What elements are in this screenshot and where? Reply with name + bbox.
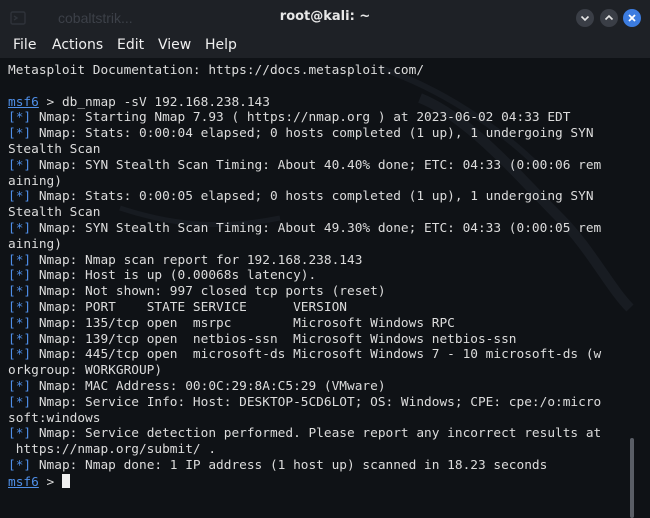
terminal-line: [*] Nmap: Not shown: 997 closed tcp port…	[8, 284, 628, 300]
line-text: Nmap: MAC Address: 00:0C:29:8A:C5:29 (VM…	[31, 378, 386, 394]
line-text: Stealth Scan	[8, 141, 101, 157]
line-text: Nmap: Stats: 0:00:05 elapsed; 0 hosts co…	[31, 189, 594, 205]
info-tag: [*]	[8, 284, 32, 300]
info-tag: [*]	[8, 220, 32, 236]
line-text: Nmap: Nmap scan report for 192.168.238.1…	[31, 252, 363, 268]
info-tag: [*]	[8, 457, 32, 473]
terminal-line: Stealth Scan	[8, 205, 628, 221]
text-cursor[interactable]	[61, 473, 70, 488]
line-text: Nmap: Service Info: Host: DESKTOP-5CD6LO…	[31, 394, 602, 410]
terminal-line: https://nmap.org/submit/ .	[8, 442, 628, 458]
line-text: aining)	[8, 236, 62, 252]
line-text: https://nmap.org/submit/ .	[8, 442, 217, 458]
line-text: Nmap: Host is up (0.00068s latency).	[31, 268, 317, 284]
terminal-line: msf6 >	[8, 473, 628, 490]
prompt-label: msf6	[8, 94, 39, 110]
line-text: Nmap: Not shown: 997 closed tcp ports (r…	[31, 284, 386, 300]
terminal-line: [*] Nmap: Nmap done: 1 IP address (1 hos…	[8, 458, 628, 474]
menu-edit[interactable]: Edit	[117, 37, 144, 53]
menu-view[interactable]: View	[158, 37, 191, 53]
terminal-line: [*] Nmap: 445/tcp open microsoft-ds Micr…	[8, 347, 628, 363]
line-text: Nmap: 139/tcp open netbios-ssn Microsoft…	[31, 331, 517, 347]
line-text: Nmap: Stats: 0:00:04 elapsed; 0 hosts co…	[31, 126, 594, 142]
info-tag: [*]	[8, 315, 32, 331]
line-text: Nmap: 445/tcp open microsoft-ds Microsof…	[31, 347, 602, 363]
terminal-lines: Metasploit Documentation: https://docs.m…	[8, 63, 628, 490]
terminal-line: soft:windows	[8, 411, 628, 427]
terminal-line: [*] Nmap: MAC Address: 00:0C:29:8A:C5:29…	[8, 379, 628, 395]
info-tag: [*]	[8, 347, 32, 363]
chevron-down-icon	[580, 15, 590, 22]
menu-file[interactable]: File	[13, 37, 36, 53]
info-tag: [*]	[8, 157, 32, 173]
title-bar[interactable]: cobaltstrik... root@kali: ~	[0, 0, 650, 36]
terminal-line: aining)	[8, 237, 628, 253]
line-text: Stealth Scan	[8, 205, 101, 221]
line-text: Nmap: Nmap done: 1 IP address (1 host up…	[31, 457, 548, 473]
info-tag: [*]	[8, 252, 32, 268]
line-text: >	[38, 474, 62, 490]
info-tag: [*]	[8, 126, 32, 142]
minimize-button[interactable]	[576, 9, 594, 27]
line-text: > db_nmap -sV 192.168.238.143	[38, 94, 270, 110]
terminal-line: [*] Nmap: Starting Nmap 7.93 ( https://n…	[8, 110, 628, 126]
terminal-line: Stealth Scan	[8, 142, 628, 158]
info-tag: [*]	[8, 110, 32, 126]
terminal-window: cobaltstrik... root@kali: ~ File Actions…	[0, 0, 650, 518]
line-text: Nmap: 135/tcp open msrpc Microsoft Windo…	[31, 315, 455, 331]
terminal-line: [*] Nmap: PORT STATE SERVICE VERSION	[8, 300, 628, 316]
prompt-label: msf6	[8, 474, 39, 490]
chevron-up-icon	[604, 14, 614, 21]
info-tag: [*]	[8, 331, 32, 347]
terminal-line: [*] Nmap: Service Info: Host: DESKTOP-5C…	[8, 395, 628, 411]
close-icon	[628, 14, 636, 22]
line-text: soft:windows	[8, 410, 101, 426]
menu-bar: File Actions Edit View Help	[0, 36, 650, 58]
terminal-line: msf6 > db_nmap -sV 192.168.238.143	[8, 95, 628, 111]
terminal-line: aining)	[8, 174, 628, 190]
menu-actions[interactable]: Actions	[52, 37, 103, 53]
terminal-line: Metasploit Documentation: https://docs.m…	[8, 63, 628, 79]
line-text: Nmap: Starting Nmap 7.93 ( https://nmap.…	[31, 110, 571, 126]
terminal-output-area[interactable]: Metasploit Documentation: https://docs.m…	[0, 58, 650, 518]
terminal-line: [*] Nmap: Stats: 0:00:05 elapsed; 0 host…	[8, 189, 628, 205]
info-tag: [*]	[8, 268, 32, 284]
window-title: root@kali: ~	[279, 9, 371, 24]
terminal-line: [*] Nmap: Nmap scan report for 192.168.2…	[8, 253, 628, 269]
terminal-line: [*] Nmap: 135/tcp open msrpc Microsoft W…	[8, 316, 628, 332]
terminal-line: [*] Nmap: Host is up (0.00068s latency).	[8, 268, 628, 284]
info-tag: [*]	[8, 426, 32, 442]
close-button[interactable]	[623, 9, 641, 27]
info-tag: [*]	[8, 299, 32, 315]
info-tag: [*]	[8, 378, 32, 394]
terminal-line: [*] Nmap: 139/tcp open netbios-ssn Micro…	[8, 332, 628, 348]
line-text: Nmap: SYN Stealth Scan Timing: About 40.…	[31, 157, 602, 173]
line-text: Metasploit Documentation: https://docs.m…	[8, 63, 425, 78]
line-text: orkgroup: WORKGROUP)	[8, 363, 163, 379]
info-tag: [*]	[8, 189, 32, 205]
terminal-line: orkgroup: WORKGROUP)	[8, 363, 628, 379]
terminal-line: [*] Nmap: SYN Stealth Scan Timing: About…	[8, 221, 628, 237]
menu-help[interactable]: Help	[205, 37, 237, 53]
terminal-line: [*] Nmap: Service detection performed. P…	[8, 426, 628, 442]
scrollbar[interactable]	[630, 438, 634, 518]
line-text: Nmap: SYN Stealth Scan Timing: About 49.…	[31, 220, 602, 236]
line-text: Nmap: Service detection performed. Pleas…	[31, 426, 602, 442]
terminal-line: [*] Nmap: SYN Stealth Scan Timing: About…	[8, 158, 628, 174]
terminal-line: [*] Nmap: Stats: 0:00:04 elapsed; 0 host…	[8, 126, 628, 142]
line-text: aining)	[8, 173, 62, 189]
line-text: Nmap: PORT STATE SERVICE VERSION	[31, 299, 348, 315]
maximize-button[interactable]	[600, 9, 618, 27]
info-tag: [*]	[8, 394, 32, 410]
